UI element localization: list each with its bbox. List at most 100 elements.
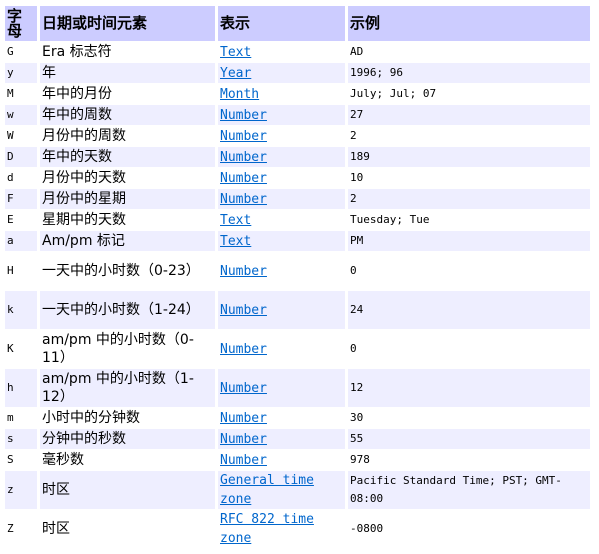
- table-header-row: 字母 日期或时间元素 表示 示例: [5, 6, 590, 41]
- presentation-cell: Number: [218, 408, 345, 428]
- example-value: 189: [348, 147, 590, 167]
- table-row: Z 时区 RFC 822 time zone -0800: [5, 510, 590, 548]
- header-element: 日期或时间元素: [40, 6, 215, 41]
- table-row: H 一天中的小时数（0-23） Number 0: [5, 252, 590, 290]
- table-row: D 年中的天数 Number 189: [5, 147, 590, 167]
- presentation-link[interactable]: Number: [220, 381, 267, 396]
- date-time-element: 星期中的天数: [42, 212, 126, 228]
- pattern-letter: d: [7, 171, 14, 184]
- example-value: 1996; 96: [348, 63, 590, 83]
- date-time-element: 分钟中的秒数: [40, 429, 215, 449]
- example-value: 0: [350, 264, 357, 277]
- presentation-cell: Number: [218, 126, 345, 146]
- presentation-link[interactable]: Number: [220, 264, 267, 279]
- table-row: d 月份中的天数 Number 10: [5, 168, 590, 188]
- presentation-link[interactable]: Number: [220, 108, 267, 123]
- presentation-link[interactable]: Number: [220, 342, 267, 357]
- pattern-letter: H: [7, 264, 14, 277]
- pattern-letter: K: [7, 342, 14, 355]
- date-time-element: 一天中的小时数（0-23）: [42, 263, 200, 279]
- header-example: 示例: [348, 6, 590, 41]
- table-row: h am/pm 中的小时数（1-12） Number 12: [5, 369, 590, 407]
- date-time-element: 时区: [42, 521, 70, 537]
- presentation-link[interactable]: Year: [220, 66, 251, 81]
- date-time-element: 时区: [40, 471, 215, 509]
- presentation-cell: Number: [218, 369, 345, 407]
- presentation-cell: Text: [218, 42, 345, 62]
- presentation-cell: Number: [218, 189, 345, 209]
- date-time-element: 毫秒数: [42, 452, 84, 468]
- example-value: 2: [350, 129, 357, 142]
- date-time-element: 年: [40, 63, 215, 83]
- date-format-table: 字母 日期或时间元素 表示 示例 G Era 标志符 Text AD y 年 Year 199…: [2, 5, 593, 549]
- presentation-cell: Year: [218, 63, 345, 83]
- table-row: W 月份中的周数 Number 2: [5, 126, 590, 146]
- presentation-cell: Number: [218, 105, 345, 125]
- presentation-link[interactable]: Number: [220, 150, 267, 165]
- presentation-link[interactable]: Text: [220, 234, 251, 249]
- table-row: s 分钟中的秒数 Number 55: [5, 429, 590, 449]
- table-row: M 年中的月份 Month July; Jul; 07: [5, 84, 590, 104]
- presentation-link[interactable]: Number: [220, 432, 267, 447]
- table-row: w 年中的周数 Number 27: [5, 105, 590, 125]
- presentation-link[interactable]: Month: [220, 87, 259, 102]
- date-time-element: Era 标志符: [42, 44, 112, 60]
- presentation-cell: Number: [218, 252, 345, 290]
- presentation-link[interactable]: Text: [220, 45, 251, 60]
- date-time-element: 月份中的天数: [42, 170, 126, 186]
- example-value: AD: [350, 45, 364, 58]
- presentation-cell: Number: [218, 330, 345, 368]
- date-time-element: am/pm 中的小时数（0-11）: [42, 332, 194, 366]
- presentation-link[interactable]: RFC 822 time zone: [220, 512, 314, 546]
- table-row: z 时区 General time zone Pacific Standard Tim…: [5, 471, 590, 509]
- presentation-cell: RFC 822 time zone: [218, 510, 345, 548]
- date-time-element: am/pm 中的小时数（1-12）: [40, 369, 215, 407]
- presentation-link[interactable]: Number: [220, 303, 267, 318]
- pattern-letter: a: [5, 231, 37, 251]
- table-row: G Era 标志符 Text AD: [5, 42, 590, 62]
- pattern-letter: m: [7, 411, 14, 424]
- presentation-cell: Text: [218, 210, 345, 230]
- presentation-cell: Number: [218, 291, 345, 329]
- example-value: -0800: [350, 522, 384, 535]
- presentation-cell: Number: [218, 147, 345, 167]
- example-value: Pacific Standard Time; PST; GMT-08:00: [348, 471, 590, 509]
- date-time-element: 年中的周数: [40, 105, 215, 125]
- pattern-letter: W: [7, 129, 14, 142]
- presentation-link[interactable]: Number: [220, 129, 267, 144]
- date-time-element: 月份中的星期: [40, 189, 215, 209]
- table-row: y 年 Year 1996; 96: [5, 63, 590, 83]
- date-time-element: 一天中的小时数（1-24）: [40, 291, 215, 329]
- example-value: 0: [350, 342, 357, 355]
- pattern-letter: M: [7, 87, 14, 100]
- example-value: 55: [348, 429, 590, 449]
- presentation-link[interactable]: Number: [220, 411, 267, 426]
- pattern-letter: w: [5, 105, 37, 125]
- example-value: 27: [348, 105, 590, 125]
- presentation-cell: Number: [218, 450, 345, 470]
- example-value: Tuesday; Tue: [350, 213, 430, 226]
- pattern-letter: F: [5, 189, 37, 209]
- presentation-link[interactable]: Number: [220, 171, 267, 186]
- example-value: PM: [348, 231, 590, 251]
- presentation-link[interactable]: Number: [220, 453, 267, 468]
- example-value: 24: [348, 291, 590, 329]
- presentation-cell: Month: [218, 84, 345, 104]
- header-presentation: 表示: [218, 6, 345, 41]
- presentation-link[interactable]: Text: [220, 213, 251, 228]
- table-row: k 一天中的小时数（1-24） Number 24: [5, 291, 590, 329]
- presentation-cell: General time zone: [218, 471, 345, 509]
- table-row: a Am/pm 标记 Text PM: [5, 231, 590, 251]
- table-row: m 小时中的分钟数 Number 30: [5, 408, 590, 428]
- date-time-element: 年中的月份: [42, 86, 112, 102]
- example-value: 978: [350, 453, 370, 466]
- example-value: 10: [350, 171, 364, 184]
- presentation-link[interactable]: Number: [220, 192, 267, 207]
- date-time-element: 小时中的分钟数: [42, 410, 140, 426]
- presentation-link[interactable]: General time zone: [220, 473, 314, 507]
- date-time-element: 月份中的周数: [42, 128, 126, 144]
- date-time-element: 年中的天数: [40, 147, 215, 167]
- pattern-letter: h: [5, 369, 37, 407]
- example-value: 2: [348, 189, 590, 209]
- example-value: July; Jul; 07: [350, 87, 437, 100]
